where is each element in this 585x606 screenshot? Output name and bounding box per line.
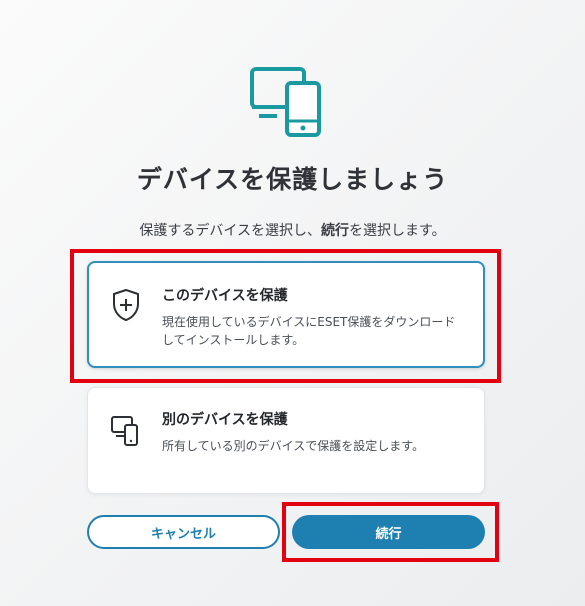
subtitle-text-bold: 続行 [320, 223, 349, 239]
continue-button[interactable]: 続行 [292, 515, 485, 549]
devices-icon [250, 67, 321, 137]
option-title: 別のデバイスを保護 [162, 412, 288, 428]
subtitle-text-after: を選択します。 [348, 223, 446, 239]
page-title: デバイスを保護しましょう [136, 165, 449, 194]
option-description: 現在使用しているデバイスにESET保護をダウンロードしてインストールします。 [162, 315, 456, 347]
other-devices-icon [111, 416, 138, 446]
shield-plus-icon [113, 289, 139, 321]
option-description: 所有している別のデバイスで保護を設定します。 [162, 439, 425, 453]
option-protect-this-device[interactable]: このデバイスを保護 現在使用しているデバイスにESET保護をダウンロードしてイン… [87, 261, 485, 368]
page-subtitle: 保護するデバイスを選択し、続行を選択します。 [0, 220, 585, 240]
option-title: このデバイスを保護 [162, 288, 288, 304]
cancel-button[interactable]: キャンセル [87, 515, 280, 549]
option-protect-other-device[interactable]: 別のデバイスを保護 所有している別のデバイスで保護を設定します。 [87, 387, 485, 494]
subtitle-text-before: 保護するデバイスを選択し、 [139, 223, 321, 239]
